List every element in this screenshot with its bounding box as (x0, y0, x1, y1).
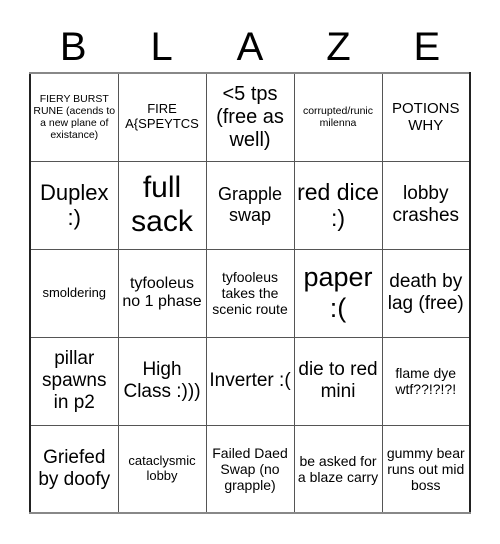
bingo-row: Griefed by doofy cataclysmic lobby Faile… (29, 424, 471, 514)
bingo-cell[interactable]: lobby crashes (381, 160, 471, 250)
bingo-cell[interactable]: tyfooleus takes the scenic route (205, 248, 295, 338)
bingo-header: B L A Z E (29, 22, 471, 72)
bingo-cell[interactable]: Grapple swap (205, 160, 295, 250)
bingo-cell[interactable]: Griefed by doofy (29, 424, 119, 514)
bingo-cell[interactable]: cataclysmic lobby (117, 424, 207, 514)
bingo-cell[interactable]: pillar spawns in p2 (29, 336, 119, 426)
bingo-cell[interactable]: Inverter :( (205, 336, 295, 426)
header-letter-z: Z (326, 25, 351, 69)
bingo-grid: FIERY BURST RUNE (acends to a new plane … (29, 72, 471, 514)
bingo-cell[interactable]: smoldering (29, 248, 119, 338)
bingo-cell[interactable]: FIRE A{SPEYTCS (117, 72, 207, 162)
bingo-cell[interactable]: red dice :) (293, 160, 383, 250)
bingo-cell[interactable]: FIERY BURST RUNE (acends to a new plane … (29, 72, 119, 162)
bingo-cell[interactable]: Duplex :) (29, 160, 119, 250)
bingo-cell[interactable]: <5 tps (free as well) (205, 72, 295, 162)
bingo-row: pillar spawns in p2 High Class :))) Inve… (29, 336, 471, 426)
bingo-cell[interactable]: gummy bear runs out mid boss (381, 424, 471, 514)
header-letter-a: A (236, 25, 264, 69)
bingo-cell[interactable]: paper :( (293, 248, 383, 338)
bingo-row: FIERY BURST RUNE (acends to a new plane … (29, 72, 471, 162)
bingo-row: smoldering tyfooleus no 1 phase tyfooleu… (29, 248, 471, 338)
header-letter-e: E (413, 25, 441, 69)
bingo-cell[interactable]: be asked for a blaze carry (293, 424, 383, 514)
bingo-cell[interactable]: corrupted/runic milenna (293, 72, 383, 162)
bingo-cell[interactable]: die to red mini (293, 336, 383, 426)
bingo-row: Duplex :) full sack Grapple swap red dic… (29, 160, 471, 250)
bingo-cell[interactable]: Failed Daed Swap (no grapple) (205, 424, 295, 514)
header-letter-b: B (59, 25, 87, 69)
bingo-cell[interactable]: death by lag (free) (381, 248, 471, 338)
bingo-cell[interactable]: full sack (117, 160, 207, 250)
bingo-cell[interactable]: flame dye wtf??!?!?! (381, 336, 471, 426)
bingo-cell[interactable]: tyfooleus no 1 phase (117, 248, 207, 338)
header-letter-l: L (150, 25, 173, 69)
bingo-cell[interactable]: High Class :))) (117, 336, 207, 426)
bingo-cell[interactable]: POTIONS WHY (381, 72, 471, 162)
